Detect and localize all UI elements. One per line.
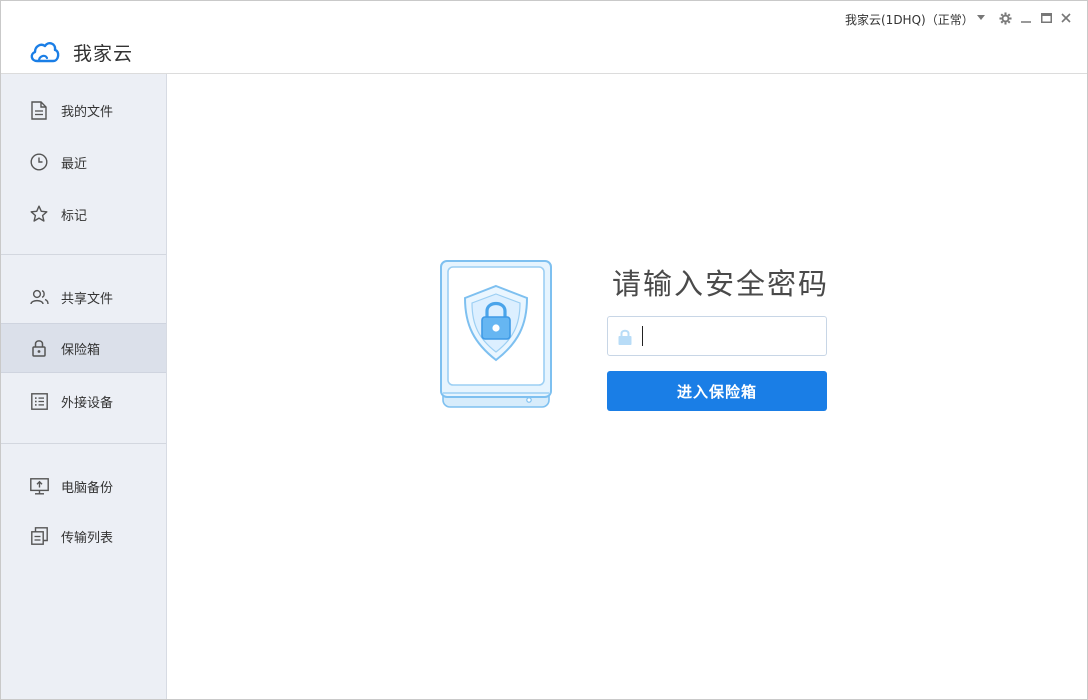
lock-icon xyxy=(618,329,632,345)
sidebar-item-starred[interactable]: 标记 xyxy=(1,189,166,239)
app-title: 我家云 xyxy=(73,43,134,65)
title-bar: 我家云 我家云(1DHQ)（正常） xyxy=(1,1,1087,74)
sidebar-item-external-devices[interactable]: 外接设备 xyxy=(1,376,166,426)
maximize-icon[interactable] xyxy=(1038,9,1054,27)
account-status[interactable]: 我家云(1DHQ)（正常） xyxy=(845,11,974,28)
text-cursor xyxy=(642,326,643,346)
sidebar-item-pc-backup[interactable]: 电脑备份 xyxy=(1,461,166,511)
transfer-list-icon xyxy=(29,526,49,546)
sidebar-item-label: 外接设备 xyxy=(61,395,114,411)
chevron-down-icon[interactable] xyxy=(973,9,989,27)
monitor-upload-icon xyxy=(29,476,49,496)
sidebar-item-transfer-list[interactable]: 传输列表 xyxy=(1,511,166,561)
close-icon[interactable] xyxy=(1058,9,1074,27)
clock-icon xyxy=(29,152,49,172)
sidebar-item-label: 我的文件 xyxy=(61,104,114,120)
file-icon xyxy=(29,100,49,120)
sidebar-item-shared-files[interactable]: 共享文件 xyxy=(1,272,166,322)
vault-prompt-title: 请输入安全密码 xyxy=(612,267,830,301)
password-input[interactable] xyxy=(642,323,818,349)
sidebar-item-label: 标记 xyxy=(61,208,88,224)
sidebar-item-label: 共享文件 xyxy=(61,291,114,307)
minimize-icon[interactable] xyxy=(1018,9,1034,27)
sidebar-item-recent[interactable]: 最近 xyxy=(1,137,166,187)
sidebar-item-label: 最近 xyxy=(61,156,88,172)
sidebar-item-label: 传输列表 xyxy=(61,530,114,546)
users-icon xyxy=(29,287,49,307)
cloud-logo-icon xyxy=(30,42,60,63)
list-icon xyxy=(29,391,49,411)
sidebar-item-label: 保险箱 xyxy=(61,342,101,358)
sidebar: 我的文件 最近 标记 共享文件 保险箱 外接设备 电脑备份 传输列表 xyxy=(1,74,167,699)
sidebar-divider xyxy=(1,254,166,255)
sidebar-item-my-files[interactable]: 我的文件 xyxy=(1,85,166,135)
gear-icon[interactable] xyxy=(997,9,1013,27)
sidebar-item-vault[interactable]: 保险箱 xyxy=(1,323,166,373)
star-icon xyxy=(29,204,49,224)
vault-shield-lock-icon xyxy=(440,260,552,408)
enter-vault-button[interactable]: 进入保险箱 xyxy=(607,371,827,411)
password-field[interactable] xyxy=(607,316,827,356)
sidebar-item-label: 电脑备份 xyxy=(61,480,114,496)
sidebar-divider xyxy=(1,443,166,444)
app-window: 我家云 我家云(1DHQ)（正常） 我的文件 最近 标记 共享文件 保险箱 外接… xyxy=(0,0,1088,700)
lock-icon xyxy=(29,338,49,358)
vault-panel: 请输入安全密码 进入保险箱 xyxy=(168,75,1087,699)
